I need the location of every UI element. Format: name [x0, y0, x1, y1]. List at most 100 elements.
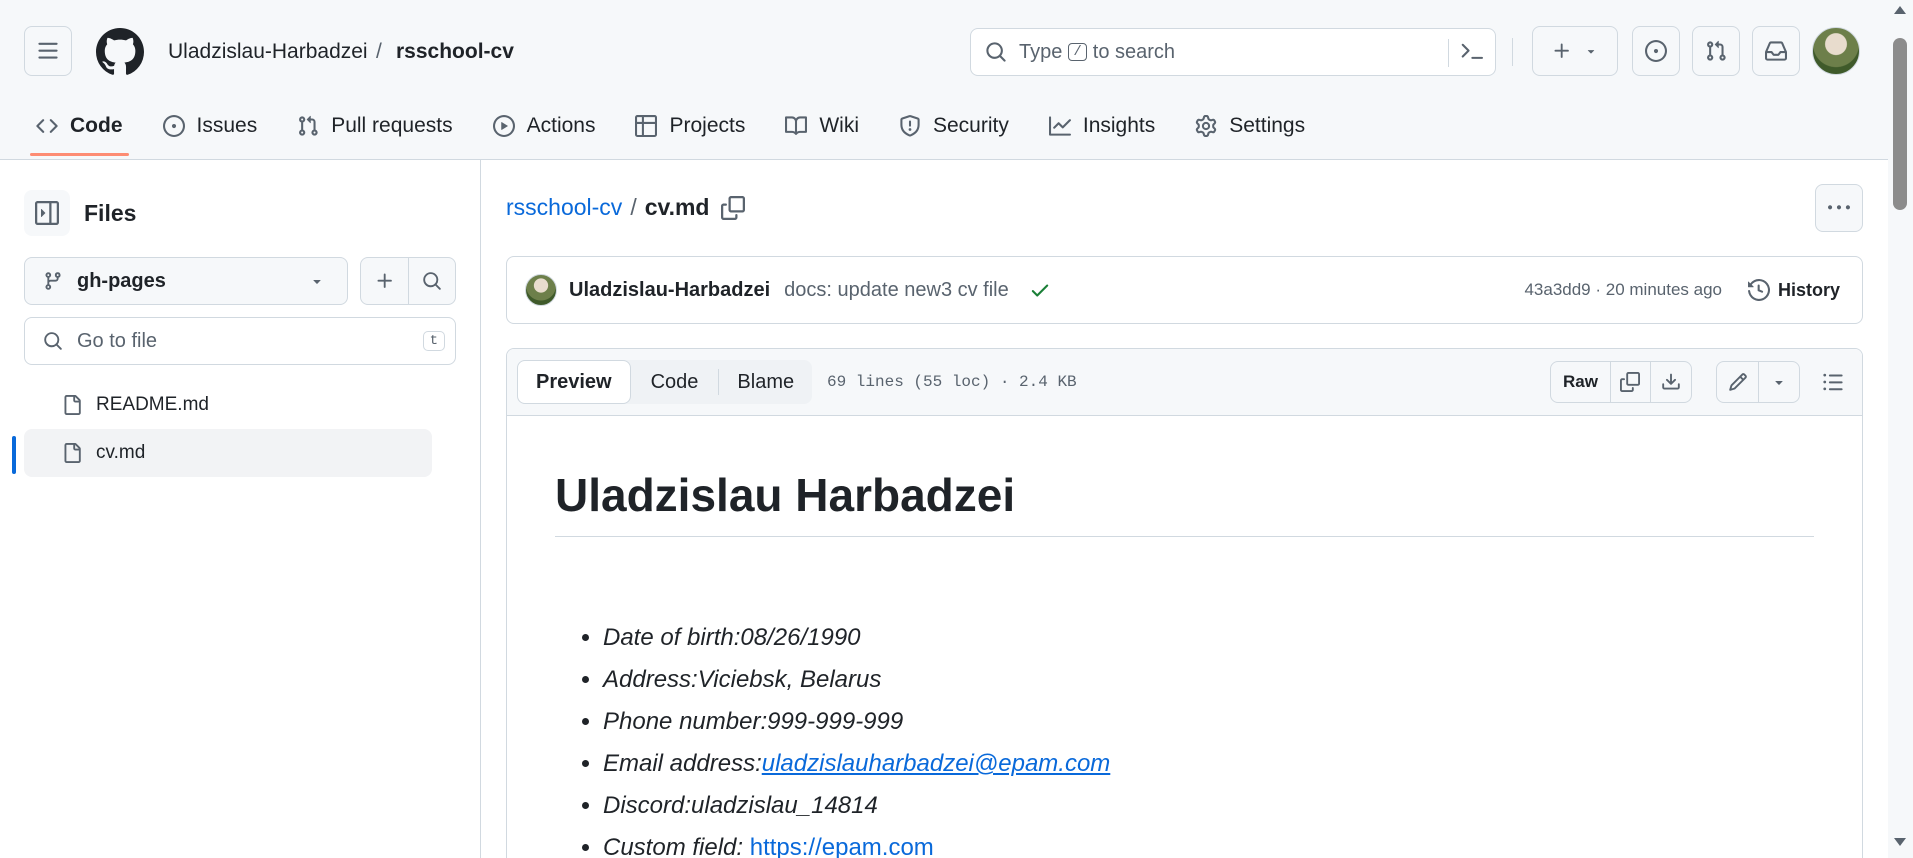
list-item-custom: Custom field: https://epam.com	[603, 827, 1814, 858]
email-link[interactable]: uladzislauharbadzei@epam.com	[762, 750, 1111, 777]
file-breadcrumb: rsschool-cv / cv.md	[506, 194, 746, 221]
commit-author[interactable]: Uladzislau-Harbadzei	[569, 279, 770, 302]
user-avatar[interactable]	[1812, 27, 1860, 75]
file-tree-item-selected[interactable]: cv.md	[24, 429, 432, 477]
file-name: README.md	[96, 394, 209, 415]
search-icon	[986, 42, 1006, 62]
outline-button[interactable]	[1812, 361, 1854, 403]
command-palette-icon[interactable]	[1461, 41, 1483, 63]
markdown-body: Uladzislau Harbadzei Date of birth:08/26…	[507, 468, 1862, 858]
triangle-down-icon	[1587, 50, 1595, 54]
tab-actions[interactable]: Actions	[487, 98, 602, 154]
custom-field-label: Custom field:	[603, 834, 750, 858]
tab-settings-label: Settings	[1229, 114, 1306, 137]
copy-raw-button[interactable]	[1611, 362, 1651, 402]
file-toolbar: Preview Code Blame 69 lines (55 loc) · 2…	[507, 349, 1862, 416]
tab-wiki[interactable]: Wiki	[779, 98, 865, 154]
commit-author-avatar[interactable]	[525, 274, 557, 306]
download-button[interactable]	[1651, 362, 1691, 402]
email-label: Email address:	[603, 750, 762, 777]
tab-code[interactable]: Code	[30, 98, 129, 156]
branch-selector[interactable]: gh-pages	[24, 257, 348, 305]
tab-preview-label: Preview	[536, 370, 612, 393]
tab-insights-label: Insights	[1082, 114, 1156, 137]
scrollbar[interactable]	[1888, 0, 1913, 858]
file-tree-item[interactable]: README.md	[24, 381, 432, 429]
scroll-down-arrow-icon[interactable]	[1894, 838, 1906, 846]
tab-blame[interactable]: Blame	[719, 360, 812, 404]
play-icon	[492, 115, 515, 137]
code-icon	[36, 119, 58, 133]
github-logo[interactable]	[96, 28, 144, 76]
search-divider	[1448, 39, 1449, 67]
triangle-down-icon	[313, 280, 321, 284]
tab-projects[interactable]: Projects	[629, 98, 751, 154]
tab-insights[interactable]: Insights	[1043, 98, 1161, 154]
tab-security-label: Security	[933, 114, 1009, 137]
search-placeholder-prefix: Type	[1019, 40, 1063, 63]
sidebar-title: Files	[84, 200, 137, 226]
go-to-file-input[interactable]: Go to file t	[24, 317, 456, 365]
header-divider	[1512, 38, 1513, 66]
repo-owner-link[interactable]: Uladzislau-Harbadzei	[168, 40, 368, 64]
tab-security[interactable]: Security	[893, 98, 1015, 154]
latest-commit-box: Uladzislau-Harbadzei docs: update new3 c…	[506, 256, 1863, 324]
commit-message[interactable]: docs: update new3 cv file	[784, 279, 1009, 302]
add-file-button[interactable]	[361, 258, 409, 304]
scrollbar-thumb[interactable]	[1893, 38, 1907, 210]
raw-actions-group: Raw	[1550, 361, 1692, 403]
custom-field-link[interactable]: https://epam.com	[750, 834, 934, 858]
go-to-file-shortcut: t	[422, 331, 445, 351]
git-branch-icon	[45, 272, 61, 290]
menu-button[interactable]	[24, 26, 72, 76]
tab-pull-requests-label: Pull requests	[331, 114, 453, 137]
app-header: Uladzislau-Harbadzei / rsschool-cv Type …	[0, 0, 1888, 160]
copy-icon	[1620, 372, 1641, 392]
history-button[interactable]: History	[1747, 279, 1840, 301]
copy-path-icon[interactable]	[721, 195, 746, 220]
tab-projects-label: Projects	[669, 114, 746, 137]
scroll-up-arrow-icon[interactable]	[1894, 6, 1906, 14]
inbox-icon	[1765, 41, 1787, 61]
edit-file-button[interactable]	[1717, 362, 1759, 402]
list-item-dob: Date of birth:08/26/1990	[603, 617, 1814, 659]
issue-opened-icon	[162, 115, 185, 137]
search-code-button[interactable]	[409, 258, 455, 304]
raw-button[interactable]: Raw	[1551, 362, 1611, 402]
breadcrumb-separator: /	[630, 194, 637, 220]
your-pull-requests-button[interactable]	[1692, 26, 1740, 76]
create-new-button[interactable]	[1532, 26, 1618, 76]
tab-issues[interactable]: Issues	[157, 98, 264, 154]
sidebar-collapse-icon	[35, 201, 59, 225]
repo-name-link[interactable]: rsschool-cv	[396, 40, 514, 64]
notifications-button[interactable]	[1752, 26, 1800, 76]
download-icon	[1662, 373, 1680, 390]
tab-pull-requests[interactable]: Pull requests	[291, 98, 458, 154]
table-icon	[635, 115, 658, 137]
contact-list: Date of birth:08/26/1990 Address:Viciebs…	[555, 617, 1814, 858]
tab-wiki-label: Wiki	[819, 114, 859, 137]
tab-preview[interactable]: Preview	[517, 360, 631, 404]
edit-options-button[interactable]	[1759, 362, 1799, 402]
your-issues-button[interactable]	[1632, 26, 1680, 76]
file-tree-sidebar: Files gh-pages Go to file t README.md cv…	[0, 160, 481, 858]
raw-label: Raw	[1563, 372, 1598, 391]
breadcrumb-repo-link[interactable]: rsschool-cv	[506, 194, 622, 221]
list-item-address: Address:Viciebsk, Belarus	[603, 659, 1814, 701]
file-actions-group	[360, 257, 456, 305]
search-input[interactable]: Type / to search	[970, 28, 1496, 76]
search-icon	[423, 272, 441, 290]
commit-sha-time[interactable]: 43a3dd9 · 20 minutes ago	[1524, 280, 1722, 300]
tab-settings[interactable]: Settings	[1189, 98, 1311, 154]
issue-opened-icon	[1645, 40, 1667, 62]
check-icon[interactable]	[1029, 279, 1051, 301]
history-icon	[1747, 279, 1770, 301]
go-to-file-placeholder: Go to file	[77, 329, 158, 352]
more-options-button[interactable]	[1815, 184, 1863, 232]
hamburger-icon	[38, 42, 58, 59]
tab-code-view[interactable]: Code	[631, 360, 719, 404]
tab-code-view-label: Code	[650, 370, 699, 393]
repo-nav: Code Issues Pull requests Actions Projec…	[30, 98, 1311, 156]
tab-issues-label: Issues	[196, 114, 258, 137]
collapse-sidebar-button[interactable]	[24, 190, 70, 236]
